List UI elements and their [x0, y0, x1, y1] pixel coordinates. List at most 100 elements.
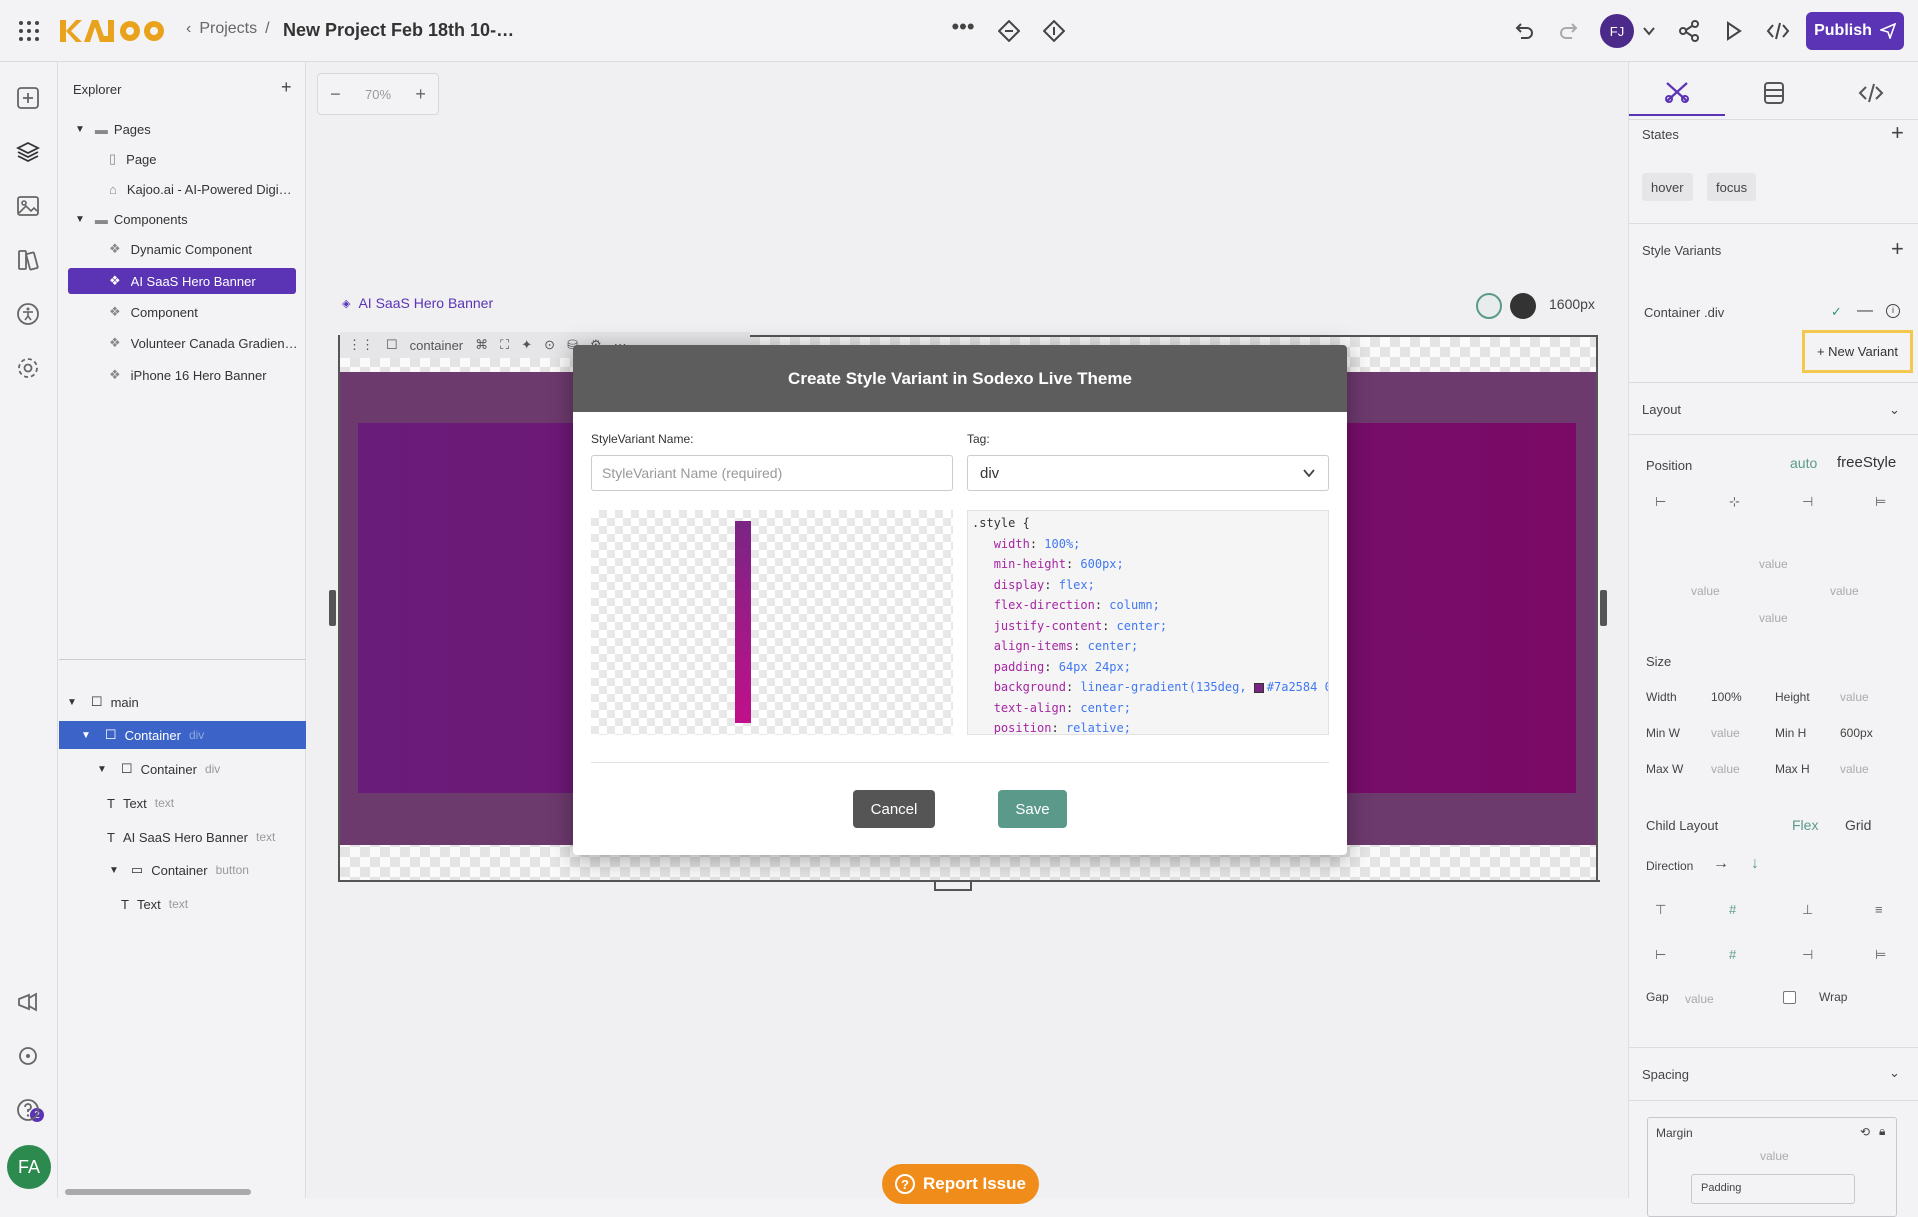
justify-between-icon[interactable]: ⊨: [1875, 947, 1886, 963]
layout-chevron-down-icon[interactable]: ⌄: [1889, 402, 1900, 418]
add-element-icon[interactable]: [16, 86, 42, 112]
variable-icon[interactable]: ⌘: [475, 337, 488, 353]
align-right-icon[interactable]: ⊣: [1802, 494, 1813, 510]
layers-icon[interactable]: [16, 140, 42, 166]
gap-input[interactable]: value: [1685, 992, 1714, 1006]
justify-start-icon[interactable]: ⊢: [1655, 947, 1666, 963]
dark-mode-toggle[interactable]: [1510, 293, 1536, 319]
announcement-icon[interactable]: [16, 990, 42, 1016]
distribute-icon[interactable]: ⊨: [1875, 494, 1886, 510]
library-icon[interactable]: [16, 248, 42, 274]
kajoo-logo[interactable]: [60, 18, 170, 44]
justify-center-icon[interactable]: #: [1729, 947, 1736, 962]
layer-row-selected[interactable]: ▼ ☐ Container div: [59, 721, 306, 749]
color-swatch[interactable]: [1253, 682, 1264, 693]
cancel-button[interactable]: Cancel: [853, 790, 935, 828]
position-freestyle-option[interactable]: freeStyle: [1837, 454, 1896, 471]
state-chip-focus[interactable]: focus: [1707, 173, 1757, 201]
apps-grid-icon[interactable]: [16, 18, 42, 44]
tree-item-page[interactable]: ▯ Page: [59, 144, 306, 174]
chevron-down-icon[interactable]: [1636, 18, 1662, 44]
left-offset-input[interactable]: value: [1691, 584, 1720, 598]
drag-handle-icon[interactable]: ⋮⋮: [348, 337, 374, 353]
add-state-plus-icon[interactable]: +: [1891, 120, 1904, 146]
share-icon[interactable]: [1676, 18, 1702, 44]
zoom-out-button[interactable]: −: [330, 84, 341, 105]
justify-end-icon[interactable]: ⊣: [1802, 947, 1813, 963]
layer-row[interactable]: T Text text: [59, 788, 306, 818]
height-input[interactable]: value: [1840, 690, 1869, 704]
new-variant-button[interactable]: + New Variant: [1802, 330, 1913, 373]
link-icon[interactable]: ⊙: [544, 337, 555, 353]
notifications-icon[interactable]: [16, 1044, 42, 1070]
maxw-input[interactable]: value: [1711, 762, 1740, 776]
resize-handle-left[interactable]: [329, 590, 336, 626]
position-auto-option[interactable]: auto: [1790, 455, 1817, 471]
align-left-icon[interactable]: ⊢: [1655, 494, 1666, 510]
breadcrumb-projects[interactable]: Projects: [199, 20, 257, 38]
account-avatar[interactable]: FA: [7, 1145, 51, 1189]
bottom-offset-input[interactable]: value: [1759, 611, 1788, 625]
help-icon[interactable]: [16, 1098, 42, 1124]
user-avatar[interactable]: FJ: [1600, 14, 1634, 48]
layer-row[interactable]: T AI SaaS Hero Banner text: [59, 822, 306, 852]
save-button[interactable]: Save: [998, 790, 1067, 828]
direction-column-arrow-icon[interactable]: ↓: [1751, 855, 1759, 873]
settings-gear-icon[interactable]: [16, 356, 42, 382]
lock-icon[interactable]: 🔒︎: [1879, 1124, 1885, 1139]
check-icon[interactable]: ✓: [1831, 304, 1842, 320]
report-issue-button[interactable]: ? Report Issue: [882, 1164, 1039, 1204]
align-middle-icon[interactable]: #: [1729, 902, 1736, 917]
margin-top-input[interactable]: value: [1760, 1149, 1789, 1163]
info-icon[interactable]: i: [1886, 304, 1900, 318]
play-preview-icon[interactable]: [1720, 18, 1746, 44]
align-stretch-icon[interactable]: ≡: [1875, 902, 1883, 917]
stylevariant-name-input[interactable]: StyleVariant Name (required): [591, 455, 953, 491]
align-top-icon[interactable]: ⊤: [1655, 902, 1666, 918]
variant-name[interactable]: Container .div: [1644, 305, 1724, 320]
component-diamond-icon-2[interactable]: [1041, 18, 1067, 44]
publish-button[interactable]: Publish: [1806, 12, 1904, 50]
direction-row-arrow-icon[interactable]: →: [1713, 855, 1729, 873]
ai-sparkle-icon[interactable]: ✦: [521, 337, 532, 353]
remove-minus-icon[interactable]: —: [1857, 302, 1873, 320]
wrap-checkbox[interactable]: [1783, 991, 1796, 1004]
minw-input[interactable]: value: [1711, 726, 1740, 740]
layer-row[interactable]: ▼ ☐ main: [59, 687, 306, 717]
state-chip-hover[interactable]: hover: [1642, 173, 1693, 201]
layer-row[interactable]: T Text text: [59, 889, 306, 919]
align-center-icon[interactable]: ⊹: [1729, 494, 1740, 510]
component-diamond-icon[interactable]: [996, 18, 1022, 44]
zoom-level[interactable]: 70%: [365, 87, 391, 102]
redo-icon[interactable]: [1556, 18, 1582, 44]
image-icon[interactable]: [16, 194, 42, 220]
viewport-width[interactable]: 1600px: [1549, 296, 1595, 312]
tag-select[interactable]: div: [967, 455, 1329, 491]
right-offset-input[interactable]: value: [1830, 584, 1859, 598]
align-bottom-icon[interactable]: ⊥: [1802, 902, 1813, 918]
accessibility-icon[interactable]: [16, 302, 42, 328]
width-input[interactable]: 100%: [1711, 690, 1742, 704]
layer-row[interactable]: ▼ ☐ Container div: [59, 754, 306, 784]
minh-input[interactable]: 600px: [1840, 726, 1873, 740]
code-icon[interactable]: [1765, 18, 1791, 44]
frame-icon[interactable]: ⛶: [500, 337, 509, 353]
add-style-variant-plus-icon[interactable]: +: [1891, 236, 1904, 262]
spacing-chevron-down-icon[interactable]: ⌄: [1889, 1065, 1900, 1081]
tree-item-component-selected[interactable]: ❖ AI SaaS Hero Banner: [68, 268, 296, 294]
back-chevron-icon[interactable]: ‹: [186, 20, 191, 38]
layer-row[interactable]: ▼ ▭ Container button: [59, 855, 306, 885]
tree-item-component[interactable]: ❖ Volunteer Canada Gradien…: [59, 328, 306, 358]
link-sync-icon[interactable]: ⟲: [1860, 1125, 1870, 1139]
top-offset-input[interactable]: value: [1759, 557, 1788, 571]
tree-item-component[interactable]: ❖ Dynamic Component: [59, 234, 306, 264]
tree-item-page[interactable]: ⌂ Kajoo.ai - AI-Powered Digi…: [59, 174, 306, 204]
add-page-plus-icon[interactable]: +: [281, 77, 292, 98]
tab-code[interactable]: [1823, 70, 1918, 116]
undo-icon[interactable]: [1511, 18, 1537, 44]
flex-option[interactable]: Flex: [1792, 817, 1818, 833]
project-title[interactable]: New Project Feb 18th 10-…: [283, 20, 514, 41]
explorer-scrollbar[interactable]: [65, 1189, 251, 1195]
zoom-in-button[interactable]: +: [415, 84, 426, 105]
tab-data[interactable]: [1726, 70, 1822, 116]
